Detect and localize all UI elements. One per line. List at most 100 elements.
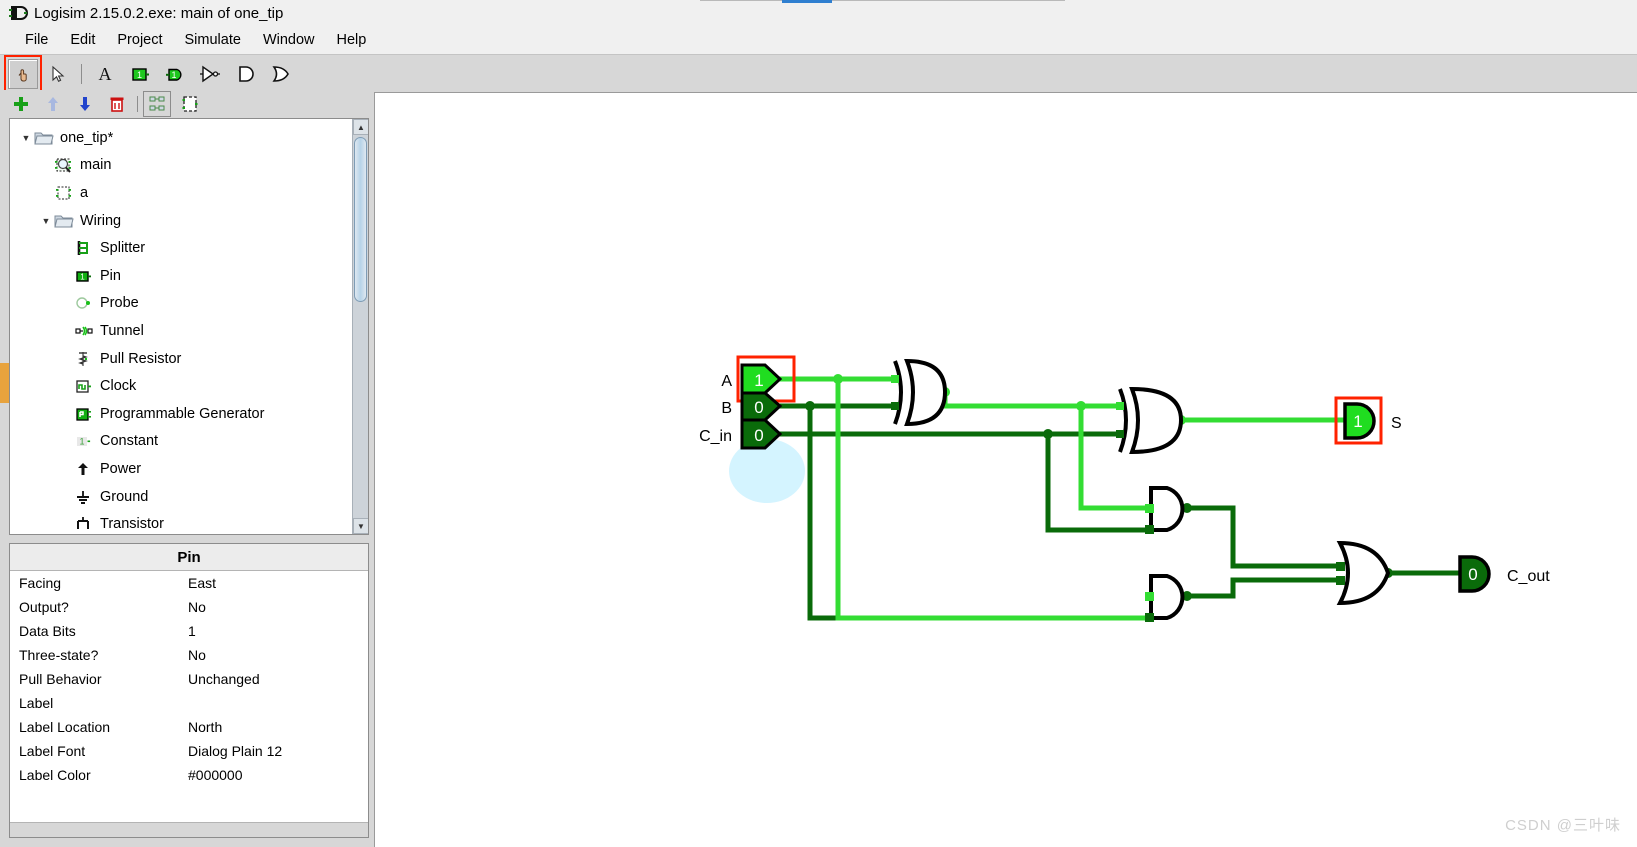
- tree-node-splitter[interactable]: Splitter: [10, 234, 354, 262]
- property-row[interactable]: Label Font Dialog Plain 12: [10, 739, 368, 763]
- tree-node-project[interactable]: ▼ one_tip*: [10, 124, 354, 152]
- scroll-thumb[interactable]: [354, 137, 367, 302]
- panel-edge-artifact-1: [0, 363, 9, 403]
- output-pin-s-value: 1: [1353, 412, 1362, 431]
- window-accent-stub: [782, 0, 832, 3]
- tree-node-power[interactable]: Power: [10, 455, 354, 483]
- input-pin-b-label: B: [721, 400, 732, 417]
- output-pin-cout-value: 0: [1468, 565, 1477, 584]
- tree-node-constant[interactable]: 1 Constant: [10, 428, 354, 456]
- tree-twisty-expanded-icon[interactable]: ▼: [38, 216, 54, 226]
- tool-output-pin[interactable]: 1: [160, 59, 190, 89]
- splitter-icon: [74, 239, 96, 257]
- property-row[interactable]: Label Color #000000: [10, 763, 368, 787]
- properties-title: Pin: [10, 544, 368, 571]
- property-row[interactable]: Three-state? No: [10, 643, 368, 667]
- property-row[interactable]: Output? No: [10, 595, 368, 619]
- menu-window[interactable]: Window: [252, 29, 326, 51]
- power-icon: [74, 460, 96, 478]
- tool-not-gate[interactable]: [195, 59, 225, 89]
- property-value[interactable]: East: [188, 575, 368, 591]
- tool-input-pin[interactable]: 1: [125, 59, 155, 89]
- tree-node-label: a: [80, 184, 89, 201]
- tool-text[interactable]: A: [90, 59, 120, 89]
- output-pin-s-label: S: [1391, 415, 1402, 432]
- gate-xor-2[interactable]: [1118, 386, 1184, 455]
- menu-help[interactable]: Help: [326, 29, 378, 51]
- property-row[interactable]: Pull Behavior Unchanged: [10, 667, 368, 691]
- output-pin-cout[interactable]: 0: [1458, 555, 1491, 593]
- tree-node-tunnel[interactable]: Tunnel: [10, 317, 354, 345]
- svg-text:1: 1: [171, 70, 176, 80]
- project-delete[interactable]: [104, 92, 130, 116]
- property-row[interactable]: Data Bits 1: [10, 619, 368, 643]
- input-pin-b[interactable]: 0: [740, 391, 783, 422]
- tree-node-label: Transistor: [100, 516, 164, 533]
- project-toolbar: [0, 90, 372, 118]
- property-row[interactable]: Label Location North: [10, 715, 368, 739]
- folder-icon: [34, 129, 56, 147]
- tree-node-wiring[interactable]: ▼ Wiring: [10, 207, 354, 235]
- tree-node-label: Pin: [100, 267, 121, 284]
- menu-edit[interactable]: Edit: [59, 29, 106, 51]
- toolbar-divider-1: [81, 63, 82, 84]
- gate-or-1[interactable]: [1336, 540, 1391, 606]
- property-row[interactable]: Label: [10, 691, 368, 715]
- output-pin-s[interactable]: 1: [1343, 402, 1376, 440]
- menu-bar: File Edit Project Simulate Window Help: [0, 26, 1637, 55]
- project-edit-circuit-appearance[interactable]: [177, 92, 203, 116]
- tree-node-label: main: [80, 157, 112, 174]
- tree-node-a[interactable]: a: [10, 179, 354, 207]
- explorer-tree: ▼ one_tip* main a ▼ Wiring Splitter 1 Pin Probe Tu…: [9, 118, 369, 535]
- input-pin-a[interactable]: 1: [740, 363, 783, 395]
- property-key: Label Location: [19, 719, 111, 735]
- tool-select[interactable]: [43, 59, 73, 89]
- tool-or-gate[interactable]: [265, 59, 295, 89]
- property-key: Label Color: [19, 767, 91, 783]
- gate-and-1[interactable]: [1149, 486, 1185, 532]
- input-pin-b-value: 0: [754, 398, 763, 417]
- tree-node-transistor[interactable]: Transistor: [10, 510, 354, 534]
- tree-node-label: Splitter: [100, 240, 146, 257]
- menu-file[interactable]: File: [14, 29, 59, 51]
- scroll-down-icon[interactable]: ▼: [353, 518, 368, 534]
- scroll-up-icon[interactable]: ▲: [353, 119, 368, 135]
- tree-scrollbar[interactable]: ▲ ▼: [352, 119, 368, 534]
- tree-node-programmable-generator[interactable]: Programmable Generator: [10, 400, 354, 428]
- property-value[interactable]: 1: [188, 623, 368, 639]
- project-view-toolbox[interactable]: [143, 91, 171, 117]
- property-value[interactable]: No: [188, 647, 368, 663]
- property-value[interactable]: North: [188, 719, 368, 735]
- tree-node-main[interactable]: main: [10, 152, 354, 180]
- tree-node-pin[interactable]: 1 Pin: [10, 262, 354, 290]
- transistor-icon: [74, 515, 96, 533]
- watermark: CSDN @三叶味: [1505, 817, 1621, 834]
- project-move-down[interactable]: [72, 92, 98, 116]
- constant-icon: 1: [74, 432, 96, 450]
- tree-node-clock[interactable]: Clock: [10, 372, 354, 400]
- gate-and-2[interactable]: [1149, 574, 1185, 620]
- gate-xor-1-input-dots: [891, 375, 899, 410]
- property-row[interactable]: Facing East: [10, 571, 368, 595]
- project-move-up[interactable]: [40, 92, 66, 116]
- tree-node-pull-resistor[interactable]: Pull Resistor: [10, 345, 354, 373]
- tree-node-label: Constant: [100, 433, 159, 450]
- tree-node-ground[interactable]: Ground: [10, 483, 354, 511]
- menu-project[interactable]: Project: [106, 29, 173, 51]
- property-key: Pull Behavior: [19, 671, 102, 687]
- project-add-circuit[interactable]: [8, 92, 34, 116]
- property-value[interactable]: Unchanged: [188, 671, 368, 687]
- circuit-canvas[interactable]: 1 A 0 B 0 C_in 1 S 0 C_out CSDN @三叶味: [374, 92, 1637, 847]
- gate-or-1-input-dots: [1336, 562, 1345, 585]
- tool-poke[interactable]: [4, 54, 42, 93]
- property-key: Label: [19, 695, 54, 711]
- tree-node-probe[interactable]: Probe: [10, 290, 354, 318]
- property-value[interactable]: Dialog Plain 12: [188, 743, 368, 759]
- menu-simulate[interactable]: Simulate: [174, 29, 252, 51]
- circuit-icon: [54, 184, 76, 202]
- property-value[interactable]: No: [188, 599, 368, 615]
- property-value[interactable]: #000000: [188, 767, 368, 783]
- gate-xor-1[interactable]: [893, 358, 948, 427]
- tool-and-gate[interactable]: [230, 59, 260, 89]
- tree-twisty-expanded-icon[interactable]: ▼: [18, 133, 34, 143]
